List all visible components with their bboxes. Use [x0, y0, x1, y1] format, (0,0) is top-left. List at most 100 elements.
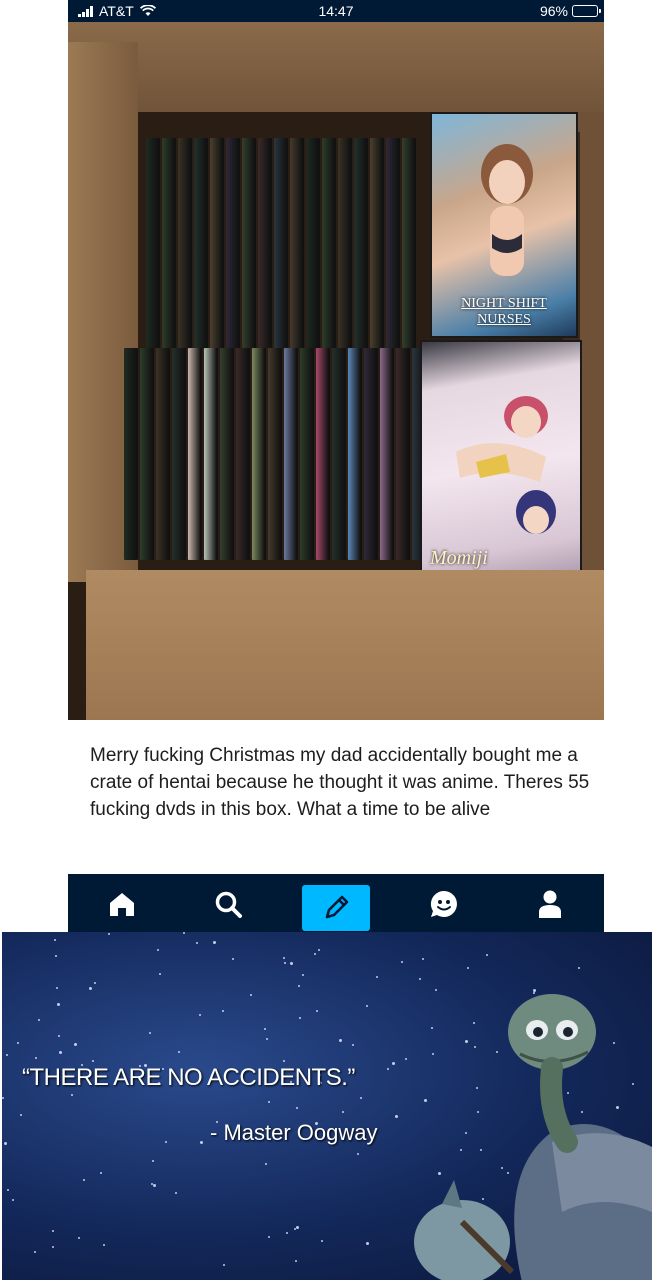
screenshot: AT&T 14:47 96% NIGHT SHIFT NURSES Momiji… — [0, 0, 655, 1280]
star — [265, 1163, 267, 1165]
star — [316, 1010, 318, 1012]
star — [38, 1019, 40, 1021]
star — [55, 955, 57, 957]
star — [200, 1141, 203, 1144]
star — [20, 1114, 22, 1116]
dvd-spine — [268, 348, 282, 560]
dvd-spines-top-row — [146, 138, 416, 348]
dvd-spine — [348, 348, 362, 560]
smiley-icon — [430, 890, 457, 917]
box-shadow — [68, 582, 86, 720]
star — [250, 994, 252, 996]
dvd-spine — [290, 138, 304, 348]
star — [94, 982, 96, 984]
dvd-spine — [306, 138, 320, 348]
dvd-spine — [338, 138, 352, 348]
star — [196, 942, 198, 944]
dvd-spine — [258, 138, 272, 348]
star — [58, 1035, 60, 1037]
star — [357, 1153, 359, 1155]
box-right-wall — [580, 112, 604, 612]
user-icon — [539, 890, 561, 918]
nav-home[interactable] — [104, 886, 140, 922]
star — [89, 987, 92, 990]
dvd-spine — [380, 348, 394, 560]
nav-compose-button[interactable] — [302, 885, 370, 931]
star — [578, 967, 580, 969]
star — [34, 1251, 36, 1253]
star — [299, 1017, 301, 1019]
star — [321, 1240, 323, 1242]
search-icon — [215, 891, 242, 918]
star — [268, 1236, 270, 1238]
battery-percent: 96% — [539, 3, 568, 19]
nav-search[interactable] — [210, 886, 246, 922]
star — [100, 1172, 102, 1174]
star — [302, 974, 304, 976]
star — [4, 1142, 7, 1145]
cover-figures — [456, 396, 556, 534]
dvd-spine — [242, 138, 256, 348]
meme-image[interactable]: “THERE ARE NO ACCIDENTS.” - Master Oogwa… — [2, 932, 652, 1280]
dvd-spines-bottom-row — [124, 348, 426, 560]
star — [283, 957, 285, 959]
star — [213, 941, 216, 944]
home-icon — [110, 893, 134, 916]
star — [486, 954, 488, 956]
star — [360, 1097, 362, 1099]
star — [222, 1010, 224, 1012]
cover-figure — [481, 144, 533, 276]
star — [178, 1051, 180, 1053]
meme-attribution: - Master Oogway — [210, 1120, 378, 1145]
star — [74, 1043, 77, 1046]
status-bar: AT&T 14:47 96% — [68, 0, 604, 22]
cover-title-night-shift-nurses: NIGHT SHIFT NURSES — [461, 296, 547, 327]
star — [422, 958, 424, 960]
dvd-spine — [226, 138, 240, 348]
dvd-spine — [332, 348, 346, 560]
star — [223, 1264, 225, 1266]
star — [296, 1107, 298, 1109]
star — [401, 961, 403, 963]
dvd-spine — [188, 348, 202, 560]
star — [159, 973, 161, 975]
dvd-spine — [284, 348, 298, 560]
star — [108, 933, 110, 935]
dvd-spine — [354, 138, 368, 348]
dvd-spine — [162, 138, 176, 348]
star — [103, 1244, 105, 1246]
star — [314, 953, 316, 955]
star — [342, 1111, 344, 1113]
bottom-nav-bar — [68, 874, 604, 932]
star — [339, 1039, 342, 1042]
dvd-spine — [210, 138, 224, 348]
star — [232, 958, 234, 960]
star — [71, 1094, 73, 1096]
star — [284, 962, 286, 964]
dvd-spine — [236, 348, 250, 560]
dvd-spine — [316, 348, 330, 560]
dvd-spine — [172, 348, 186, 560]
star — [395, 1115, 398, 1118]
star — [294, 1228, 296, 1230]
star — [387, 1068, 389, 1070]
dvd-spine — [194, 138, 208, 348]
nav-account[interactable] — [532, 886, 568, 922]
star — [78, 1237, 80, 1239]
post-photo[interactable]: NIGHT SHIFT NURSES Momiji — [68, 22, 604, 720]
nav-activity[interactable] — [426, 886, 462, 922]
star — [175, 1192, 177, 1194]
star — [54, 939, 56, 941]
dvd-spine — [370, 138, 384, 348]
pencil-icon — [325, 895, 349, 919]
star — [149, 1032, 151, 1034]
star — [6, 1054, 8, 1056]
dvd-spine — [402, 138, 416, 348]
battery-icon — [572, 5, 601, 17]
star — [57, 1003, 60, 1006]
dvd-spine — [274, 138, 288, 348]
dvd-spine — [300, 348, 314, 560]
star — [467, 967, 469, 969]
star — [56, 987, 58, 989]
dvd-cover-night-shift-nurses: NIGHT SHIFT NURSES — [430, 112, 578, 338]
